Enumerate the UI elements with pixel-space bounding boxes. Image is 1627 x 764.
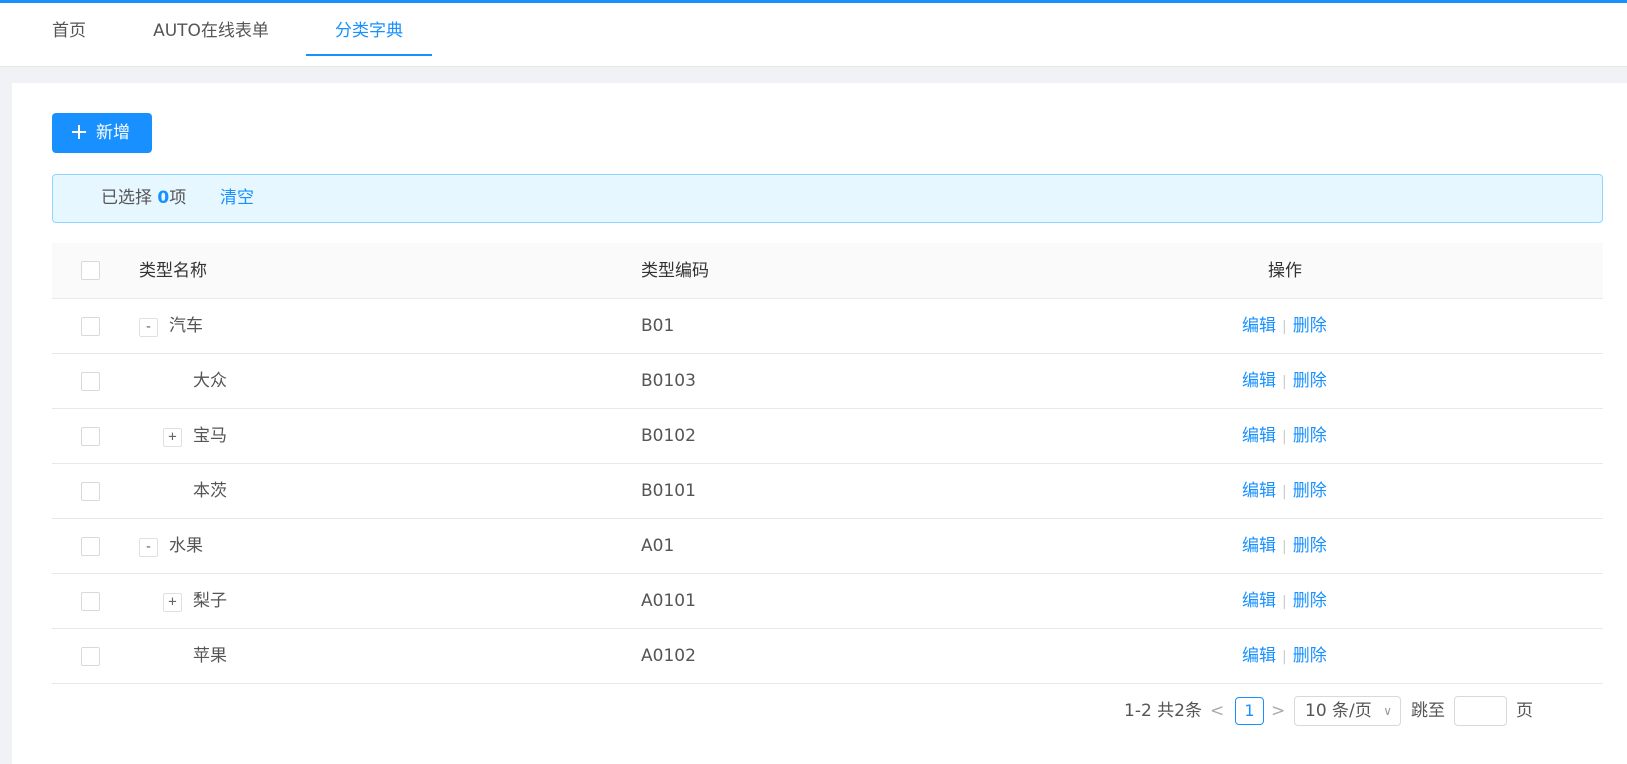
jump-label: 跳至 (1411, 701, 1445, 721)
row-checkbox[interactable] (81, 372, 100, 391)
selection-text: 已选择 0项 (101, 175, 186, 222)
page-word: 页 (1516, 701, 1533, 721)
page-size-select[interactable]: 10 条/页 ∨ (1294, 696, 1401, 726)
table-row: 本茨 B0101 编辑 | 删除 (52, 464, 1603, 519)
edit-link[interactable]: 编辑 (1242, 316, 1276, 336)
row-checkbox[interactable] (81, 482, 100, 501)
row-actions: 编辑 | 删除 (1242, 299, 1327, 355)
type-code-cell: A0102 (641, 646, 696, 666)
delete-link[interactable]: 删除 (1293, 316, 1327, 336)
type-code-cell: A0101 (641, 591, 696, 611)
edit-link[interactable]: 编辑 (1242, 426, 1276, 446)
row-checkbox[interactable] (81, 317, 100, 336)
edit-link[interactable]: 编辑 (1242, 591, 1276, 611)
table-row: + 梨子 A0101 编辑 | 删除 (52, 574, 1603, 629)
row-actions: 编辑 | 删除 (1242, 574, 1327, 630)
edit-link[interactable]: 编辑 (1242, 536, 1276, 556)
action-divider: | (1282, 539, 1287, 555)
selection-prefix: 已选择 (101, 188, 158, 208)
header-type-code: 类型编码 (641, 261, 709, 281)
action-divider: | (1282, 429, 1287, 445)
edit-link[interactable]: 编辑 (1242, 646, 1276, 666)
collapse-icon[interactable]: - (139, 538, 158, 557)
edit-link[interactable]: 编辑 (1242, 481, 1276, 501)
delete-link[interactable]: 删除 (1293, 481, 1327, 501)
type-name-cell: 梨子 (193, 591, 227, 611)
type-code-cell: A01 (641, 536, 675, 556)
row-actions: 编辑 | 删除 (1242, 519, 1327, 575)
main-content: 新增 已选择 0项 清空 类型名称 类型编码 操作 - 汽车 B01 编辑 | 删除 大众 B… (12, 83, 1627, 764)
header-actions: 操作 (1268, 261, 1302, 281)
row-checkbox[interactable] (81, 427, 100, 446)
table-row: 大众 B0103 编辑 | 删除 (52, 354, 1603, 409)
row-checkbox[interactable] (81, 537, 100, 556)
add-button-label: 新增 (96, 123, 130, 143)
page-number[interactable]: 1 (1235, 697, 1264, 725)
edit-link[interactable]: 编辑 (1242, 371, 1276, 391)
table-row: - 汽车 B01 编辑 | 删除 (52, 299, 1603, 354)
next-page-icon[interactable]: > (1271, 696, 1285, 726)
action-divider: | (1282, 649, 1287, 665)
tab-auto-online-form[interactable]: AUTO在线表单 (142, 3, 280, 56)
row-actions: 编辑 | 删除 (1242, 464, 1327, 520)
pagination-total: 1-2 共2条 (1124, 701, 1202, 721)
row-actions: 编辑 | 删除 (1242, 409, 1327, 465)
type-name-cell: 汽车 (169, 316, 203, 336)
page-size-value: 10 条/页 (1305, 701, 1372, 721)
chevron-down-icon: ∨ (1383, 704, 1392, 718)
prev-page-icon[interactable]: < (1210, 696, 1224, 726)
jump-page-input[interactable] (1454, 696, 1507, 726)
selection-alert: 已选择 0项 清空 (52, 174, 1603, 223)
row-checkbox[interactable] (81, 647, 100, 666)
type-name-cell: 苹果 (193, 646, 227, 666)
type-name-cell: 水果 (169, 536, 203, 556)
row-checkbox[interactable] (81, 592, 100, 611)
delete-link[interactable]: 删除 (1293, 536, 1327, 556)
clear-selection-link[interactable]: 清空 (220, 175, 254, 222)
delete-link[interactable]: 删除 (1293, 591, 1327, 611)
delete-link[interactable]: 删除 (1293, 426, 1327, 446)
add-button[interactable]: 新增 (52, 113, 152, 153)
table-body: - 汽车 B01 编辑 | 删除 大众 B0103 编辑 | 删除 + 宝马 B0102 编辑 | 删除 本茨 B0… (52, 299, 1603, 684)
table-row: + 宝马 B0102 编辑 | 删除 (52, 409, 1603, 464)
action-divider: | (1282, 594, 1287, 610)
type-name-cell: 本茨 (193, 481, 227, 501)
table-row: 苹果 A0102 编辑 | 删除 (52, 629, 1603, 684)
type-code-cell: B0101 (641, 481, 696, 501)
plus-icon (72, 125, 86, 139)
delete-link[interactable]: 删除 (1293, 371, 1327, 391)
select-all-checkbox[interactable] (81, 261, 100, 280)
type-name-cell: 宝马 (193, 426, 227, 446)
table-header: 类型名称 类型编码 操作 (52, 243, 1603, 299)
pagination: 1-2 共2条 < 1 > 10 条/页 ∨ 跳至 页 (12, 696, 1627, 726)
selection-count: 0 (157, 188, 170, 208)
expand-icon[interactable]: + (163, 593, 182, 612)
tab-category-dictionary[interactable]: 分类字典 (306, 3, 432, 56)
action-divider: | (1282, 374, 1287, 390)
category-table: 类型名称 类型编码 操作 - 汽车 B01 编辑 | 删除 大众 B0103 编辑 | 删除 + 宝马 B… (52, 243, 1603, 684)
action-divider: | (1282, 319, 1287, 335)
expand-icon[interactable]: + (163, 428, 182, 447)
selection-suffix: 项 (169, 188, 187, 208)
tab-bar: 首页 AUTO在线表单 分类字典 (0, 3, 1627, 67)
collapse-icon[interactable]: - (139, 318, 158, 337)
delete-link[interactable]: 删除 (1293, 646, 1327, 666)
action-divider: | (1282, 484, 1287, 500)
type-code-cell: B01 (641, 316, 675, 336)
tab-home[interactable]: 首页 (40, 3, 98, 56)
table-row: - 水果 A01 编辑 | 删除 (52, 519, 1603, 574)
row-actions: 编辑 | 删除 (1242, 354, 1327, 410)
type-code-cell: B0103 (641, 371, 696, 391)
row-actions: 编辑 | 删除 (1242, 629, 1327, 685)
type-name-cell: 大众 (193, 371, 227, 391)
type-code-cell: B0102 (641, 426, 696, 446)
header-type-name: 类型名称 (139, 261, 207, 281)
